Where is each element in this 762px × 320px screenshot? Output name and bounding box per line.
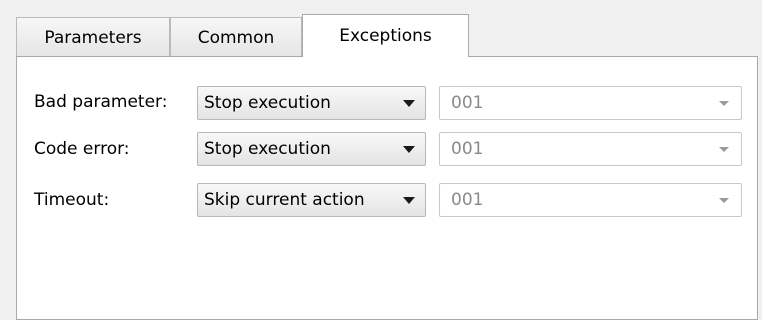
code-error-label: Code error:	[34, 139, 130, 159]
dropdown-arrow-icon	[719, 147, 729, 152]
timeout-action-select[interactable]: Skip current action	[197, 183, 426, 217]
timeout-code-value: 001	[451, 190, 484, 210]
dropdown-arrow-icon	[719, 101, 729, 106]
dropdown-arrow-icon	[403, 146, 415, 153]
tab-parameters[interactable]: Parameters	[16, 17, 170, 57]
bad-parameter-action-select[interactable]: Stop execution	[197, 86, 426, 120]
code-error-code-combo[interactable]: 001	[439, 132, 742, 166]
timeout-code-combo[interactable]: 001	[439, 183, 742, 217]
code-error-action-select[interactable]: Stop execution	[197, 132, 426, 166]
dropdown-arrow-icon	[719, 198, 729, 203]
bad-parameter-action-value: Stop execution	[204, 93, 331, 113]
tab-exceptions-label: Exceptions	[339, 26, 432, 46]
code-error-code-value: 001	[451, 139, 484, 159]
tab-parameters-label: Parameters	[44, 27, 142, 48]
timeout-label: Timeout:	[34, 190, 110, 210]
timeout-action-value: Skip current action	[204, 190, 365, 210]
exceptions-panel: Bad parameter: Stop execution 001 Code e…	[16, 56, 758, 320]
code-error-action-value: Stop execution	[204, 139, 331, 159]
tab-exceptions[interactable]: Exceptions	[302, 14, 469, 57]
tab-common[interactable]: Common	[170, 17, 302, 57]
tab-bar: Parameters Common Exceptions	[16, 14, 756, 57]
bad-parameter-code-combo[interactable]: 001	[439, 86, 742, 120]
dropdown-arrow-icon	[403, 197, 415, 204]
dropdown-arrow-icon	[403, 100, 415, 107]
bad-parameter-label: Bad parameter:	[34, 92, 168, 112]
tab-common-label: Common	[197, 27, 275, 48]
bad-parameter-code-value: 001	[451, 93, 484, 113]
